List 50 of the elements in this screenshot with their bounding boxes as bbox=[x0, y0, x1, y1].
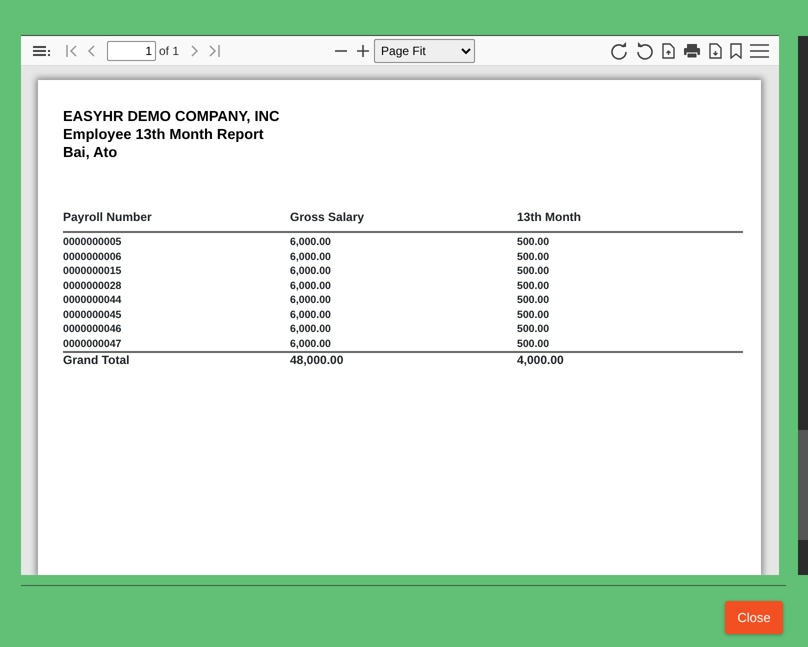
previous-page-icon[interactable] bbox=[87, 44, 97, 58]
company-name: EASYHR DEMO COMPANY, INC bbox=[63, 108, 280, 126]
zoom-select[interactable]: Page Fit bbox=[374, 38, 476, 62]
column-header: Gross Salary bbox=[290, 209, 366, 226]
bookmark-icon[interactable] bbox=[730, 42, 742, 58]
last-page-icon[interactable] bbox=[207, 44, 222, 58]
rotate-clockwise-icon[interactable] bbox=[610, 42, 628, 60]
column-header: Payroll Number bbox=[63, 209, 153, 226]
table-cell-text: 500.00 bbox=[517, 308, 550, 322]
table-cell-text: 6,000.00 bbox=[290, 322, 332, 336]
table-cell-text: 0000000044 bbox=[63, 293, 122, 308]
upload-file-icon[interactable] bbox=[662, 42, 675, 58]
table-cell-text: 6,000.00 bbox=[290, 235, 332, 250]
table-cell-text: 6,000.00 bbox=[290, 293, 332, 308]
close-button[interactable]: Close bbox=[725, 601, 783, 634]
table-cell-text: 6,000.00 bbox=[290, 336, 332, 351]
table-cell-text: 0000000047 bbox=[63, 336, 122, 351]
table-cell-text: 500.00 bbox=[517, 336, 550, 351]
table-cell-text: 0000000015 bbox=[63, 264, 122, 278]
total-cell-text: Grand Total bbox=[63, 353, 130, 367]
table-cell-text: 0000000045 bbox=[63, 308, 122, 322]
table-cell-text: 6,000.00 bbox=[290, 250, 332, 264]
total-cell-text: 48,000.00 bbox=[290, 353, 344, 367]
table-cell-text: 500.00 bbox=[517, 250, 550, 264]
rotate-counterclockwise-icon[interactable] bbox=[636, 42, 654, 60]
next-page-icon[interactable] bbox=[189, 44, 200, 58]
page-number-field[interactable]: 1 bbox=[107, 40, 156, 60]
menu-icon[interactable] bbox=[750, 44, 769, 58]
first-page-icon[interactable] bbox=[65, 44, 79, 58]
print-icon[interactable] bbox=[683, 42, 701, 58]
employee-name: Bai, Ato bbox=[63, 144, 118, 162]
total-cell-text: 4,000.00 bbox=[517, 353, 565, 367]
report-title: Employee 13th Month Report bbox=[63, 126, 265, 144]
table-cell-text: 6,000.00 bbox=[290, 264, 332, 278]
page-count: of 1 bbox=[159, 42, 180, 60]
table-cell-text: 6,000.00 bbox=[290, 308, 332, 322]
table-cell-text: 0000000005 bbox=[63, 235, 122, 250]
table-cell-text: 500.00 bbox=[517, 235, 550, 250]
table-cell-text: 0000000046 bbox=[63, 322, 122, 336]
column-header: 13th Month bbox=[517, 209, 582, 226]
table-cell-text: 0000000028 bbox=[63, 278, 122, 293]
table-cell-text: 500.00 bbox=[517, 264, 550, 278]
table-cell-text: 500.00 bbox=[517, 322, 550, 336]
sidebar-toggle-icon[interactable] bbox=[33, 44, 51, 56]
table-cell-text: 0000000006 bbox=[63, 250, 122, 264]
table-cell-text: 500.00 bbox=[517, 278, 550, 293]
table-cell-text: 500.00 bbox=[517, 293, 550, 308]
table-cell-text: 6,000.00 bbox=[290, 278, 332, 293]
download-file-icon[interactable] bbox=[709, 42, 722, 58]
zoom-in-icon[interactable] bbox=[356, 44, 370, 58]
